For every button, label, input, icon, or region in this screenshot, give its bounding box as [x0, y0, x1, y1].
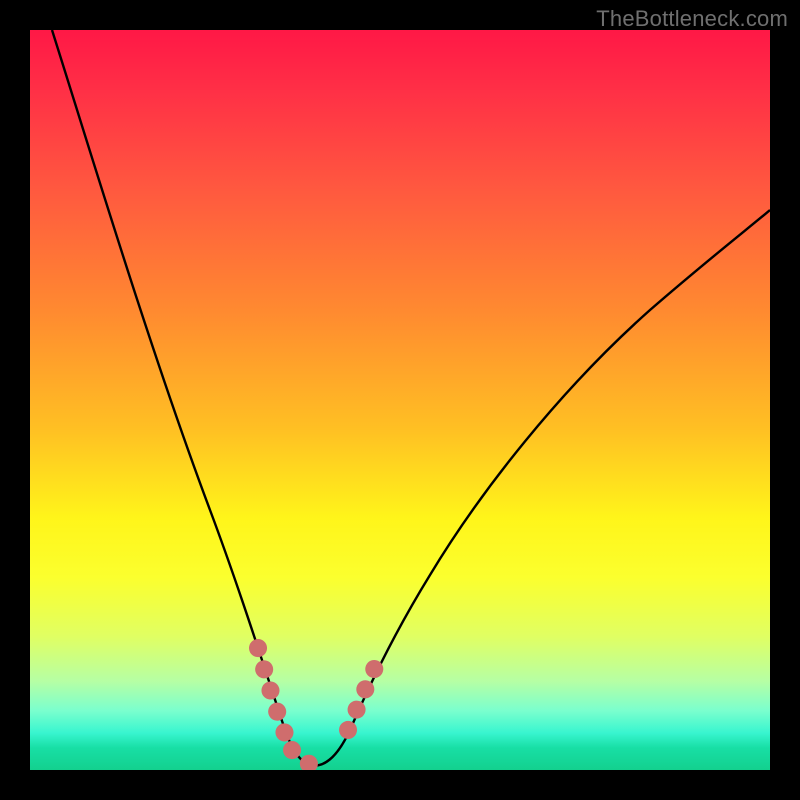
- bottleneck-curve: [30, 30, 770, 770]
- watermark-text: TheBottleneck.com: [596, 6, 788, 32]
- highlight-left: [258, 648, 322, 765]
- chart-frame: TheBottleneck.com: [0, 0, 800, 800]
- highlight-right: [348, 652, 382, 730]
- plot-area: [30, 30, 770, 770]
- curve-path: [52, 30, 770, 766]
